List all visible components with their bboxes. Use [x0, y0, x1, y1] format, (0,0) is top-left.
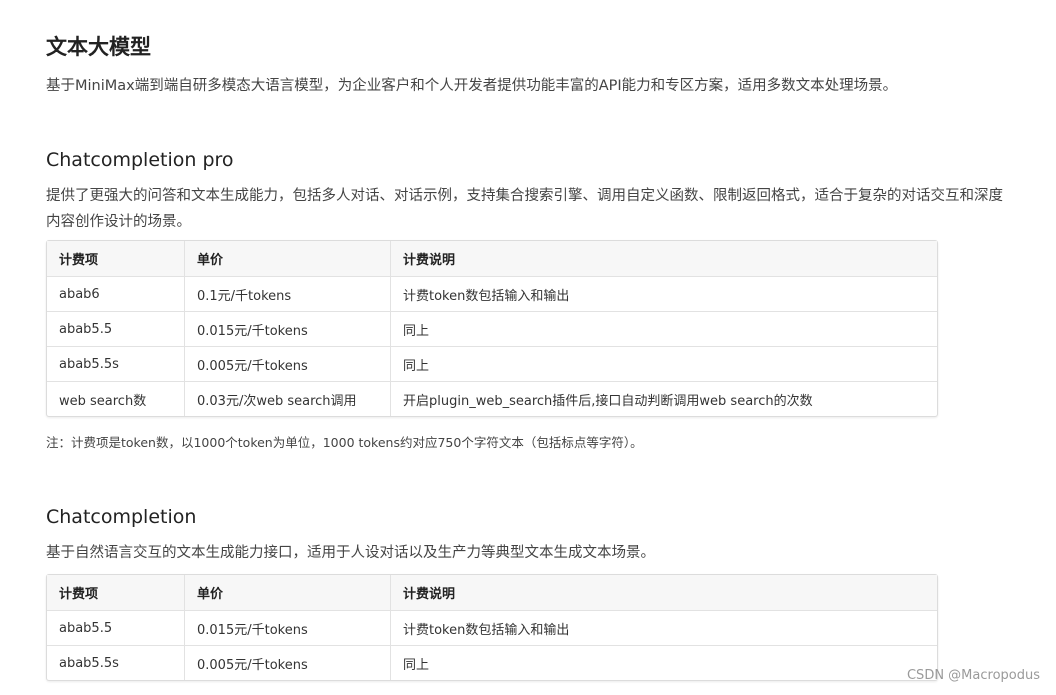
table-cell: 0.005元/千tokens — [184, 646, 390, 680]
table-row: abab6 0.1元/千tokens 计费token数包括输入和输出 — [47, 276, 937, 311]
section-description-chatcompletion-pro: 提供了更强大的问答和文本生成能力，包括多人对话、对话示例，支持集合搜索引擎、调用… — [46, 188, 1003, 230]
section-description-chatcompletion: 基于自然语言交互的文本生成能力接口，适用于人设对话以及生产力等典型文本生成文本场… — [46, 545, 655, 561]
pricing-note: 注：计费项是token数，以1000个token为单位，1000 tokens约… — [46, 435, 643, 450]
pricing-table-chatcompletion: 计费项 单价 计费说明 abab5.5 0.015元/千tokens 计费tok… — [46, 574, 938, 681]
table-cell: abab5.5s — [59, 655, 119, 671]
table-header-cell: 计费说明 — [390, 575, 937, 610]
table-cell: web search数 — [59, 393, 147, 409]
table-cell: 计费token数包括输入和输出 — [390, 277, 937, 311]
table-cell: abab6 — [59, 286, 100, 302]
section-heading-chatcompletion-pro: Chatcompletion pro — [46, 149, 234, 171]
table-cell: 0.03元/次web search调用 — [184, 382, 390, 416]
table-cell: 0.015元/千tokens — [184, 611, 390, 645]
table-row: abab5.5 0.015元/千tokens 同上 — [47, 311, 937, 346]
pricing-table-chatcompletion-pro: 计费项 单价 计费说明 abab6 0.1元/千tokens 计费token数包… — [46, 240, 938, 417]
table-header-cell: 单价 — [184, 575, 390, 610]
table-cell: 计费token数包括输入和输出 — [390, 611, 937, 645]
table-row: abab5.5s 0.005元/千tokens 同上 — [47, 346, 937, 381]
table-row: abab5.5 0.015元/千tokens 计费token数包括输入和输出 — [47, 610, 937, 645]
table-cell: 同上 — [390, 347, 937, 381]
table-cell: 0.015元/千tokens — [184, 312, 390, 346]
table-cell: abab5.5 — [59, 620, 113, 636]
table-header-cell: 计费项 — [59, 253, 99, 268]
section-heading-chatcompletion: Chatcompletion — [46, 506, 197, 528]
intro-paragraph: 基于MiniMax端到端自研多模态大语言模型，为企业客户和个人开发者提供功能丰富… — [46, 78, 898, 94]
table-cell: 同上 — [390, 646, 937, 680]
table-cell: 0.005元/千tokens — [184, 347, 390, 381]
table-header-row: 计费项 单价 计费说明 — [47, 241, 937, 276]
table-header-cell: 单价 — [184, 241, 390, 276]
table-cell: 开启plugin_web_search插件后,接口自动判断调用web searc… — [390, 382, 937, 416]
table-cell: abab5.5 — [59, 321, 113, 337]
table-cell: 0.1元/千tokens — [184, 277, 390, 311]
table-row: abab5.5s 0.005元/千tokens 同上 — [47, 645, 937, 680]
table-cell: 同上 — [390, 312, 937, 346]
watermark: CSDN @Macropodus — [906, 668, 1040, 683]
page-title: 文本大模型 — [46, 35, 151, 59]
table-header-row: 计费项 单价 计费说明 — [47, 575, 937, 610]
table-cell: abab5.5s — [59, 356, 119, 372]
table-row: web search数 0.03元/次web search调用 开启plugin… — [47, 381, 937, 416]
table-header-cell: 计费说明 — [390, 241, 937, 276]
table-header-cell: 计费项 — [59, 587, 99, 602]
